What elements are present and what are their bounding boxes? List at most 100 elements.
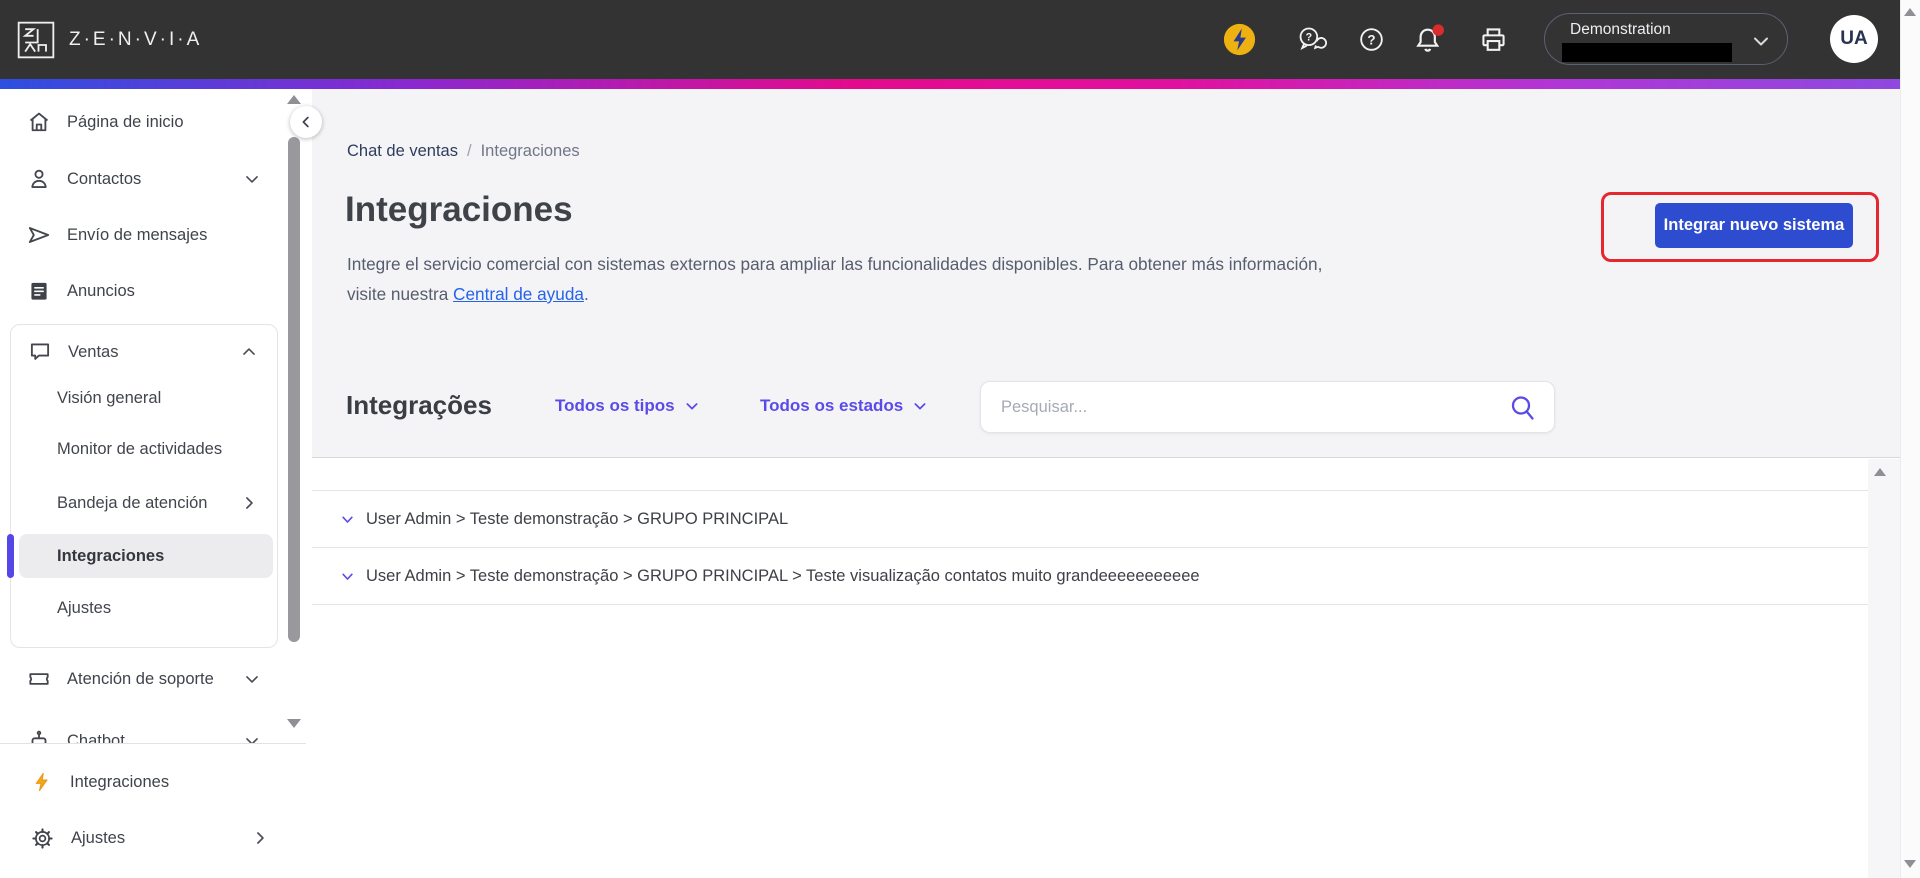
list-scroll-up-arrow[interactable] <box>1874 468 1886 476</box>
integration-list: User Admin > Teste demonstração > GRUPO … <box>312 490 1868 605</box>
sidebar-item-contactos[interactable]: Contactos <box>0 151 284 207</box>
chevron-left-icon <box>302 116 309 128</box>
breadcrumb-separator: / <box>467 142 472 160</box>
status-filter-label: Todos os estados <box>760 396 904 415</box>
lightning-circle-icon <box>1223 23 1255 56</box>
sidebar: Página de inicio Contactos Envío de mens… <box>0 89 306 878</box>
chevron-up-icon <box>243 348 255 355</box>
chevron-down-icon <box>1754 37 1768 46</box>
sidebar-item-label: Chatbot <box>67 731 125 744</box>
svg-text:?: ? <box>1306 31 1313 43</box>
person-icon <box>31 169 47 188</box>
sidebar-item-integraciones[interactable]: Integraciones <box>11 531 279 581</box>
print-button[interactable] <box>1477 0 1509 79</box>
chevron-down-icon <box>914 403 926 410</box>
user-avatar[interactable]: UA <box>1830 15 1878 63</box>
sidebar-item-label: Página de inicio <box>67 112 184 131</box>
gear-icon <box>32 827 53 849</box>
topbar: Z·E·N·V·I·A ? ? Demonstration UA <box>0 0 1900 79</box>
quick-actions-button[interactable] <box>1222 0 1256 79</box>
sidebar-item-label: Visión general <box>57 388 162 407</box>
sidebar-item-monitor-de-actividades[interactable]: Monitor de actividades <box>11 424 279 474</box>
help-center-link[interactable]: Central de ayuda <box>453 284 584 304</box>
window-scroll-up-arrow[interactable] <box>1904 8 1916 16</box>
feedback-chat-button[interactable]: ? <box>1294 0 1328 79</box>
chevron-down-icon[interactable] <box>340 512 355 527</box>
breadcrumb-chat-de-ventas[interactable]: Chat de ventas <box>347 142 458 161</box>
integration-row-1[interactable]: User Admin > Teste demonstração > GRUPO … <box>312 491 1868 548</box>
integrations-panel-heading: Integrações <box>346 390 492 420</box>
sidebar-scroll-up-arrow[interactable] <box>287 95 301 104</box>
svg-text:?: ? <box>1367 32 1375 47</box>
bolt-icon <box>35 772 48 792</box>
window-scroll-down-arrow[interactable] <box>1904 860 1916 868</box>
brand-name: Z·E·N·V·I·A <box>69 28 203 50</box>
printer-icon <box>1481 28 1505 51</box>
sidebar-item-vision-general[interactable]: Visión general <box>11 373 279 423</box>
chevron-down-icon <box>246 676 258 683</box>
breadcrumb-current: Integraciones <box>480 142 580 160</box>
main-content: Chat de ventas / Integraciones Integraci… <box>306 89 1900 878</box>
news-icon <box>31 282 47 300</box>
sidebar-item-label: Integraciones <box>70 772 170 791</box>
integration-row-2[interactable]: User Admin > Teste demonstração > GRUPO … <box>312 548 1868 605</box>
sidebar-item-label: Contactos <box>67 169 142 188</box>
status-filter-dropdown[interactable]: Todos os estados <box>760 396 928 416</box>
chatbot-icon <box>31 730 47 743</box>
chevron-down-icon <box>686 403 698 410</box>
search-icon[interactable] <box>1508 393 1538 423</box>
sidebar-item-integraciones-global[interactable]: Integraciones <box>0 758 290 806</box>
sidebar-scroll-area: Página de inicio Contactos Envío de mens… <box>0 89 306 743</box>
sidebar-bottom-section: Integraciones Ajustes <box>0 743 306 878</box>
sidebar-item-label: Ajustes <box>71 828 126 847</box>
type-filter-dropdown[interactable]: Todos os tipos <box>555 396 700 416</box>
organization-name: Demonstration <box>1570 21 1671 38</box>
sidebar-scroll-down-arrow[interactable] <box>287 719 301 728</box>
sidebar-item-ventas[interactable]: Ventas <box>11 327 279 377</box>
sidebar-item-ajustes-ventas[interactable]: Ajustes <box>11 583 279 633</box>
ventas-group-card: Ventas Visión general Monitor de activid… <box>7 324 279 648</box>
sidebar-item-anuncios[interactable]: Anuncios <box>0 263 284 319</box>
chevron-down-icon[interactable] <box>340 569 355 584</box>
chevron-down-icon <box>246 738 258 743</box>
chat-question-icon: ? <box>1299 27 1327 50</box>
page-description: Integre el servicio comercial con sistem… <box>347 249 1357 309</box>
sidebar-item-bandeja-de-atencion[interactable]: Bandeja de atención <box>11 478 279 528</box>
sidebar-item-label: Anuncios <box>67 281 135 300</box>
sidebar-item-label: Monitor de actividades <box>57 439 223 458</box>
help-circle-icon: ? <box>1359 28 1383 51</box>
app-window: Z·E·N·V·I·A ? ? Demonstration UA Página … <box>0 0 1920 878</box>
sidebar-item-label: Envío de mensajes <box>67 225 208 244</box>
send-icon <box>28 227 50 243</box>
sidebar-item-chatbot[interactable]: Chatbot <box>0 713 284 743</box>
sidebar-item-envio-de-mensajes[interactable]: Envío de mensajes <box>0 207 284 263</box>
chevron-down-icon <box>246 176 258 183</box>
chevron-right-icon <box>257 832 264 844</box>
sidebar-item-label: Ajustes <box>57 598 112 617</box>
integrate-new-system-button[interactable]: Integrar nuevo sistema <box>1655 203 1853 248</box>
description-period: . <box>583 284 589 304</box>
sidebar-item-ajustes-global[interactable]: Ajustes <box>0 814 290 862</box>
ticket-icon <box>29 673 49 685</box>
integration-row-label: User Admin > Teste demonstração > GRUPO … <box>366 566 1200 585</box>
type-filter-label: Todos os tipos <box>555 396 675 415</box>
chevron-right-icon <box>246 497 253 509</box>
integration-row-label: User Admin > Teste demonstração > GRUPO … <box>366 509 789 528</box>
breadcrumb: Chat de ventas / Integraciones <box>347 142 580 161</box>
sidebar-scrollbar-thumb[interactable] <box>288 137 300 642</box>
sidebar-item-atencion-de-soporte[interactable]: Atención de soporte <box>0 651 284 707</box>
brand-gradient-bar <box>0 79 1900 89</box>
search-box <box>980 381 1555 433</box>
redacted-text <box>1562 43 1732 62</box>
search-input[interactable] <box>1001 382 1481 432</box>
window-scrollbar <box>1900 0 1920 878</box>
zenvia-logo-icon <box>17 21 55 58</box>
organization-selector[interactable]: Demonstration <box>1544 13 1788 65</box>
home-icon <box>29 112 49 132</box>
notifications-button[interactable] <box>1412 0 1446 79</box>
sidebar-item-label: Integraciones <box>57 546 165 565</box>
zenvia-brand[interactable]: Z·E·N·V·I·A <box>16 0 202 79</box>
help-button[interactable]: ? <box>1355 0 1387 79</box>
sidebar-collapse-button[interactable] <box>290 106 322 138</box>
sidebar-item-pagina-de-inicio[interactable]: Página de inicio <box>0 94 284 150</box>
